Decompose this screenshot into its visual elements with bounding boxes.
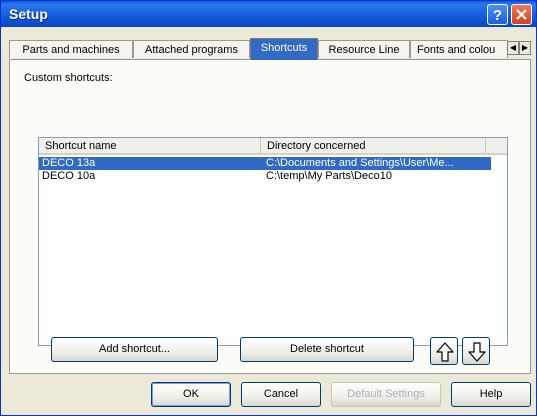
directory-cell: C:\temp\My Parts\Deco10 bbox=[266, 170, 392, 182]
tab-shortcuts[interactable]: Shortcuts bbox=[250, 38, 318, 60]
tab-strip: Parts and machines Attached programs Sho… bbox=[9, 38, 531, 60]
help-icon: ? bbox=[493, 7, 502, 24]
tab-attached-programs[interactable]: Attached programs bbox=[133, 40, 250, 58]
move-up-button[interactable] bbox=[430, 337, 458, 365]
default-settings-button[interactable]: Default Settings bbox=[331, 382, 441, 407]
close-icon bbox=[516, 9, 527, 20]
add-shortcut-button[interactable]: Add shortcut... bbox=[51, 337, 218, 362]
tab-scroll-left-icon[interactable]: ◀ bbox=[507, 41, 519, 55]
move-down-button[interactable] bbox=[462, 337, 490, 365]
directory-cell: C:\Documents and Settings\User\Me... bbox=[266, 157, 454, 169]
column-header-shortcut-name[interactable]: Shortcut name bbox=[39, 138, 261, 155]
shortcuts-panel: Custom shortcuts: Shortcut name Director… bbox=[9, 59, 531, 374]
help-button[interactable]: Help bbox=[451, 382, 531, 407]
delete-shortcut-button[interactable]: Delete shortcut bbox=[240, 337, 414, 362]
column-header-filler bbox=[486, 138, 507, 155]
column-header-directory[interactable]: Directory concerned bbox=[261, 138, 486, 155]
title-bar[interactable]: Setup ? bbox=[1, 1, 536, 27]
shortcut-name-cell: DECO 10a bbox=[42, 170, 96, 182]
svg-text:?: ? bbox=[493, 7, 502, 24]
arrow-down-icon bbox=[468, 342, 486, 362]
tab-scroll-right-icon[interactable]: ▶ bbox=[519, 41, 531, 55]
tab-fonts-and-colours[interactable]: Fonts and colou bbox=[410, 40, 508, 58]
help-title-button[interactable]: ? bbox=[487, 4, 508, 25]
tab-parts-and-machines[interactable]: Parts and machines bbox=[9, 40, 133, 58]
list-item[interactable]: DECO 13a C:\Documents and Settings\User\… bbox=[39, 157, 491, 170]
window-title: Setup bbox=[9, 6, 48, 22]
list-item[interactable]: DECO 10a C:\temp\My Parts\Deco10 bbox=[39, 170, 491, 183]
ok-button[interactable]: OK bbox=[151, 382, 231, 407]
setup-dialog: Setup ? Parts and machines Attached prog… bbox=[0, 0, 537, 416]
arrow-up-icon bbox=[436, 342, 454, 362]
close-button[interactable] bbox=[511, 4, 532, 25]
custom-shortcuts-label: Custom shortcuts: bbox=[24, 72, 113, 84]
cancel-button[interactable]: Cancel bbox=[241, 382, 321, 407]
shortcut-name-cell: DECO 13a bbox=[42, 157, 96, 169]
shortcuts-list[interactable]: Shortcut name Directory concerned DECO 1… bbox=[38, 137, 508, 346]
tab-resource-line[interactable]: Resource Line bbox=[318, 40, 410, 58]
